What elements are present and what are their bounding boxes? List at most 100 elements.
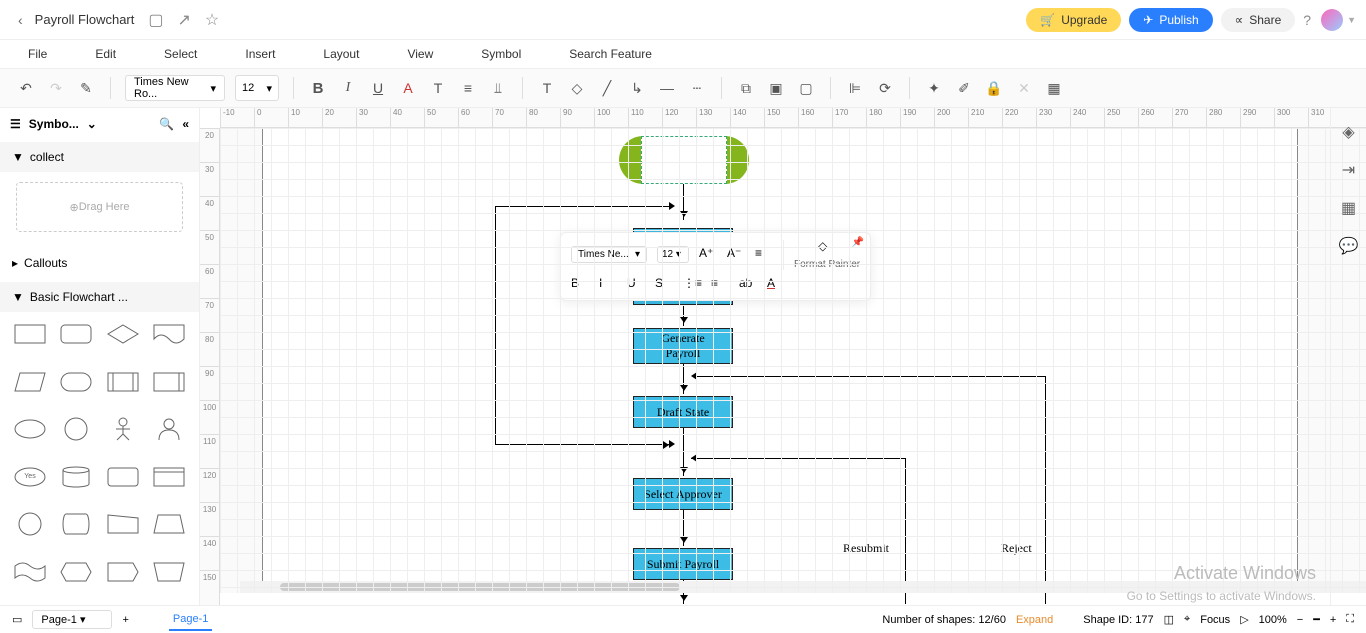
font-select[interactable]: Times New Ro...▾ xyxy=(125,75,225,101)
menu-file[interactable]: File xyxy=(28,47,47,61)
shape-cyl2[interactable] xyxy=(56,510,96,538)
float-underline-icon[interactable]: U xyxy=(627,276,645,294)
dash-style-icon[interactable]: ┄ xyxy=(687,78,707,98)
menu-insert[interactable]: Insert xyxy=(245,47,275,61)
focus-label[interactable]: Focus xyxy=(1200,614,1230,626)
zoom-slider[interactable]: ━ xyxy=(1313,613,1320,626)
menu-select[interactable]: Select xyxy=(164,47,197,61)
caret-icon[interactable]: ⌄ xyxy=(87,117,97,131)
zoom-in-icon[interactable]: + xyxy=(1330,614,1336,626)
comment-icon[interactable]: 💬 xyxy=(1339,236,1359,256)
connector[interactable] xyxy=(495,206,672,207)
publish-button[interactable]: ✈ Publish xyxy=(1129,8,1212,32)
undo-icon[interactable]: ↶ xyxy=(16,78,36,98)
shape-hex[interactable] xyxy=(56,558,96,586)
fullscreen-icon[interactable]: ⛶ xyxy=(1346,613,1354,626)
node-generate[interactable]: Generate Payroll xyxy=(633,328,733,364)
pages-icon[interactable]: ▭ xyxy=(12,613,22,626)
import-icon[interactable]: ⇥ xyxy=(1342,160,1355,180)
grid-icon[interactable]: ▦ xyxy=(1341,198,1356,218)
connector[interactable] xyxy=(495,444,672,445)
add-page-icon[interactable]: + xyxy=(122,614,128,626)
shape-doc[interactable] xyxy=(149,320,189,348)
shape-manual[interactable] xyxy=(103,510,143,538)
connector[interactable] xyxy=(683,306,684,326)
zoom-out-icon[interactable]: − xyxy=(1297,614,1303,626)
shape-circle2[interactable] xyxy=(10,510,50,538)
connector[interactable] xyxy=(695,376,1045,377)
node-start[interactable] xyxy=(631,136,737,184)
shape-predef[interactable] xyxy=(103,368,143,396)
shape-rounded[interactable] xyxy=(56,320,96,348)
menu-symbol[interactable]: Symbol xyxy=(481,47,521,61)
search-icon[interactable]: 🔍 xyxy=(159,117,174,131)
sidebar-cat-callouts[interactable]: ▸ Callouts xyxy=(0,248,199,278)
float-size-select[interactable]: 12 ▾ xyxy=(657,246,689,263)
lock-icon[interactable]: 🔒 xyxy=(984,78,1004,98)
shape-card[interactable] xyxy=(149,463,189,491)
shape-wave[interactable] xyxy=(10,558,50,586)
sidebar-cat-collect[interactable]: ▼ collect xyxy=(0,142,199,172)
shape-rect[interactable] xyxy=(10,320,50,348)
help-icon[interactable]: ? xyxy=(1303,12,1311,28)
collapse-icon[interactable]: « xyxy=(182,117,189,131)
floating-toolbar[interactable]: 📌 Times Ne... ▾ 12 ▾ A⁺ A⁻ ≡ ◇ Format Pa… xyxy=(560,232,871,301)
underline-icon[interactable]: U xyxy=(368,78,388,98)
avatar[interactable] xyxy=(1321,9,1343,31)
menu-search[interactable]: Search Feature xyxy=(569,47,652,61)
edit-icon[interactable]: ✐ xyxy=(954,78,974,98)
arrange-icon[interactable]: ⧉ xyxy=(736,78,756,98)
connector[interactable] xyxy=(683,510,684,546)
float-ab-icon[interactable]: ab xyxy=(739,276,757,294)
align-icon[interactable]: ≡ xyxy=(458,78,478,98)
expand-link[interactable]: Expand xyxy=(1016,614,1053,626)
group-icon[interactable]: ▣ xyxy=(766,78,786,98)
bold-icon[interactable]: B xyxy=(308,78,328,98)
target-icon[interactable]: ⌖ xyxy=(1184,613,1190,626)
shape-diamond[interactable] xyxy=(103,320,143,348)
float-align-icon[interactable]: ≡ xyxy=(755,246,773,264)
share-button[interactable]: ∝ Share xyxy=(1221,8,1296,32)
export-icon[interactable]: ↗ xyxy=(178,10,191,30)
float-list-icon[interactable]: ⋮≡ xyxy=(683,276,701,294)
canvas[interactable]: Generate Payroll Draft State Select Appr… xyxy=(220,128,1366,593)
diamond-icon[interactable]: ◈ xyxy=(1342,122,1354,142)
label-reject[interactable]: Reject xyxy=(1001,541,1032,556)
menu-layout[interactable]: Layout xyxy=(323,47,359,61)
float-color-icon[interactable]: A xyxy=(767,276,785,294)
page-tab[interactable]: Page-1 xyxy=(169,609,212,631)
label-resubmit[interactable]: Resubmit xyxy=(843,541,889,556)
fill-icon[interactable]: ◇ xyxy=(567,78,587,98)
ai-icon[interactable]: ✦ xyxy=(924,78,944,98)
italic-icon[interactable]: I xyxy=(338,78,358,98)
rotate-icon[interactable]: ⟳ xyxy=(875,78,895,98)
node-submit[interactable]: Submit Payroll xyxy=(633,548,733,580)
shape-actor[interactable] xyxy=(103,415,143,443)
font-decrease-icon[interactable]: A⁻ xyxy=(727,246,745,264)
connector[interactable] xyxy=(1045,376,1046,604)
font-color-icon[interactable]: A xyxy=(398,78,418,98)
shape-para[interactable] xyxy=(10,368,50,396)
line-color-icon[interactable]: ╱ xyxy=(597,78,617,98)
back-button[interactable]: ‹ xyxy=(10,12,31,28)
table-icon[interactable]: ▦ xyxy=(1044,78,1064,98)
connector[interactable] xyxy=(683,428,684,476)
paint-icon[interactable]: ✎ xyxy=(76,78,96,98)
font-increase-icon[interactable]: A⁺ xyxy=(699,246,717,264)
layers-icon[interactable]: ◫ xyxy=(1164,613,1174,626)
node-select[interactable]: Select Approver xyxy=(633,478,733,510)
shape-yes[interactable]: Yes xyxy=(10,463,50,491)
tools-icon[interactable]: ✕ xyxy=(1014,78,1034,98)
shape-trap2[interactable] xyxy=(149,558,189,586)
connector[interactable] xyxy=(495,206,496,444)
page-select[interactable]: Page-1 ▾ xyxy=(32,610,112,629)
upgrade-button[interactable]: 🛒 Upgrade xyxy=(1026,8,1121,32)
play-icon[interactable]: ▷ xyxy=(1240,613,1248,626)
menu-edit[interactable]: Edit xyxy=(95,47,116,61)
format-painter-icon[interactable]: ◇ xyxy=(818,239,836,257)
align-obj-icon[interactable]: ⊫ xyxy=(845,78,865,98)
shape-pent[interactable] xyxy=(103,558,143,586)
save-icon[interactable]: ▢ xyxy=(148,10,163,30)
ungroup-icon[interactable]: ▢ xyxy=(796,78,816,98)
connector[interactable] xyxy=(683,364,684,394)
